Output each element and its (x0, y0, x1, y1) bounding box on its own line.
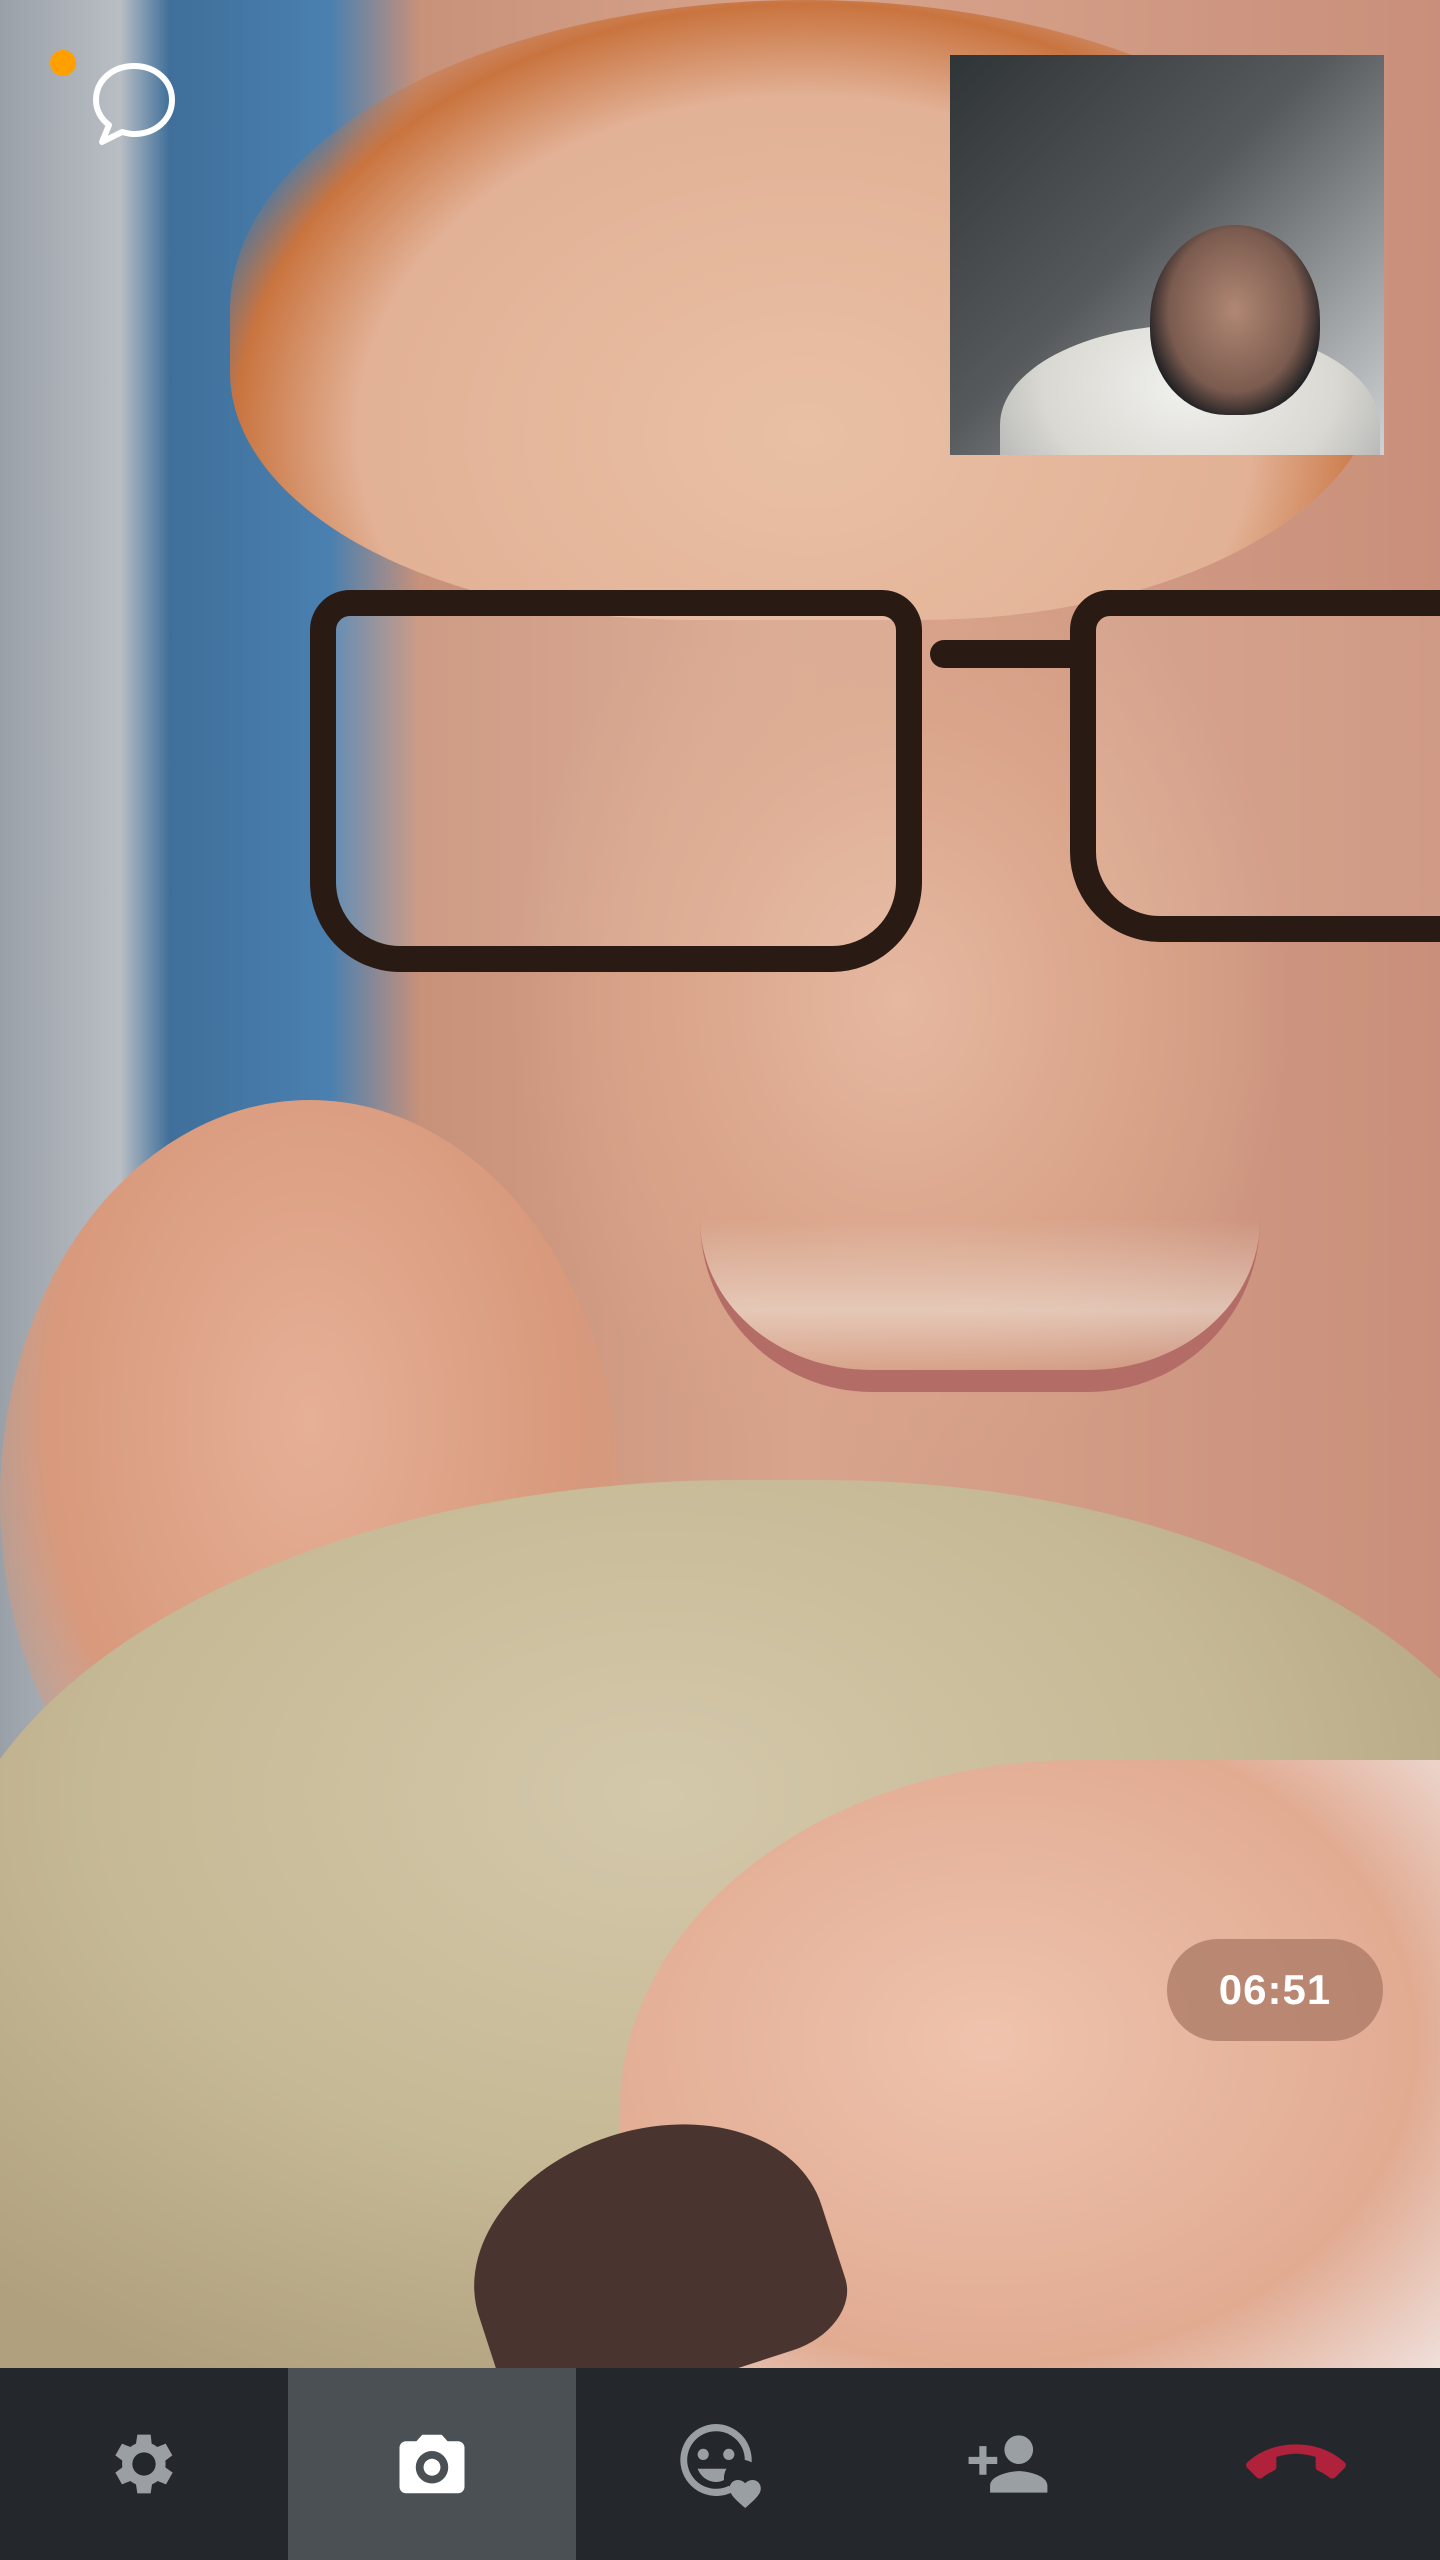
notification-dot (50, 50, 76, 76)
phone-hangup-icon (1246, 2444, 1346, 2479)
remote-video-lens-right (1070, 590, 1440, 942)
remote-video-lens-left (310, 590, 922, 972)
add-person-icon (968, 2435, 1048, 2493)
chat-button[interactable] (88, 58, 180, 150)
camera-icon (399, 2434, 465, 2494)
emoji-heart-icon (680, 2424, 761, 2508)
remote-video-glasses (290, 570, 1440, 990)
reactions-button[interactable] (576, 2368, 864, 2560)
chat-bubble-icon (93, 63, 175, 145)
end-call-button[interactable] (1152, 2368, 1440, 2560)
add-person-button[interactable] (864, 2368, 1152, 2560)
self-view-video[interactable] (950, 55, 1384, 455)
remote-video-smile (700, 1220, 1260, 1392)
settings-button[interactable] (0, 2368, 288, 2560)
gear-icon (115, 2434, 173, 2494)
self-view-person (1150, 225, 1320, 415)
camera-button[interactable] (288, 2368, 576, 2560)
remote-video-glasses-bridge (930, 640, 1090, 668)
call-toolbar (0, 2368, 1440, 2560)
call-timer: 06:51 (1167, 1939, 1383, 2041)
